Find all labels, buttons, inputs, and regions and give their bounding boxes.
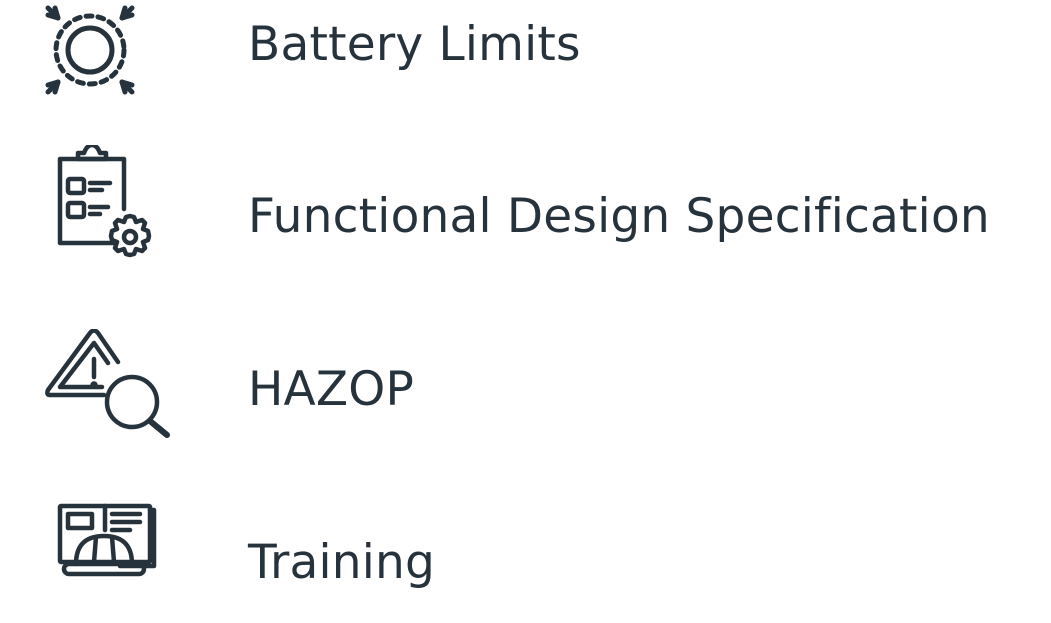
service-label-training: Training — [248, 535, 436, 590]
service-item-hazop[interactable]: HAZOP — [0, 329, 1051, 450]
service-item-battery-limits[interactable]: Battery Limits — [0, 0, 1051, 105]
functional-spec-icon — [40, 145, 180, 277]
training-icon — [40, 503, 180, 623]
service-item-training[interactable]: Training — [0, 503, 1051, 623]
service-label-battery-limits: Battery Limits — [248, 17, 581, 72]
service-label-hazop: HAZOP — [248, 362, 415, 417]
battery-limits-icon — [40, 0, 180, 105]
hazop-icon — [40, 329, 180, 450]
service-item-functional-design-specification[interactable]: Functional Design Specification — [0, 145, 1051, 277]
service-list: Battery Limits Functional Design Specifi… — [0, 0, 1051, 619]
service-label-functional-design-specification: Functional Design Specification — [248, 189, 990, 244]
